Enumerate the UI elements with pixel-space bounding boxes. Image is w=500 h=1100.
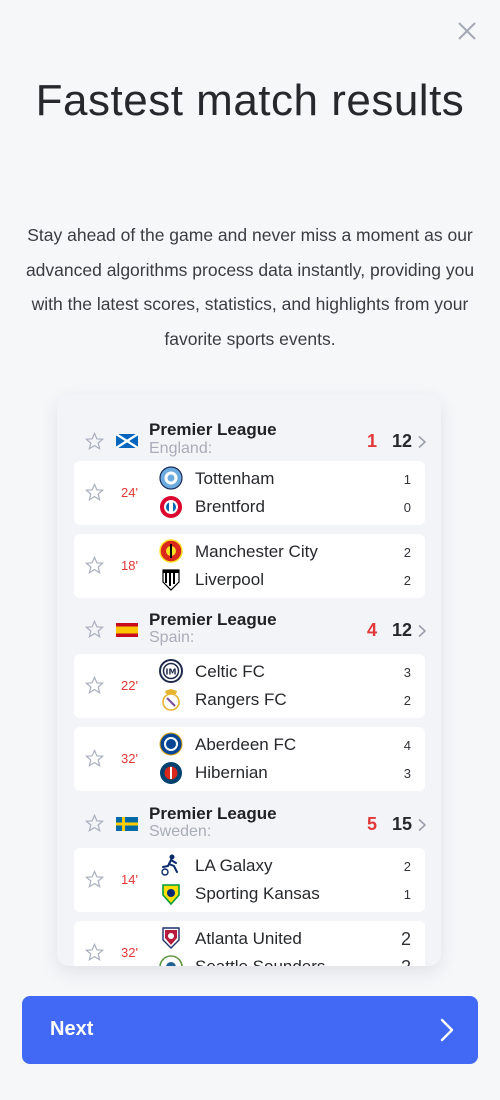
home-team-name: Celtic FC (195, 662, 265, 681)
match-minute: 18' (121, 558, 138, 573)
away-score: 2 (401, 957, 411, 966)
spain-flag-icon (116, 623, 138, 637)
home-team-name: Atlanta United (195, 929, 302, 948)
next-button[interactable]: Next (22, 996, 478, 1064)
match-row[interactable]: 32' Aberdeen FC 4 Hibernian 3 (74, 727, 425, 791)
live-match-count: 4 (367, 620, 378, 640)
away-team-name: Seattle Sounders (195, 957, 325, 966)
league-header[interactable]: Premier League Spain: 4 12 (57, 596, 441, 656)
star-outline-icon[interactable] (85, 556, 104, 575)
match-minute: 22' (121, 678, 138, 693)
live-match-count: 5 (367, 814, 378, 834)
match-minute: 32' (121, 751, 138, 766)
star-outline-icon[interactable] (85, 943, 104, 962)
inter-crest-icon: IM (159, 659, 183, 683)
match-row[interactable]: 22' IM Celtic FC 3 Rangers FC 2 (74, 654, 425, 718)
chevron-right-icon[interactable] (417, 435, 427, 449)
away-team-name: Hibernian (195, 763, 268, 782)
svg-text:IM: IM (166, 668, 177, 677)
page-title: Fastest match results (35, 76, 465, 125)
match-row[interactable]: 18' Manchester City 2 Liverpool 2 (74, 534, 425, 598)
runner-crest-icon (161, 854, 178, 876)
match-row[interactable]: 32' Atlanta United 2 Seattle Sounders 2 (74, 921, 425, 966)
next-button-label: Next (50, 1018, 94, 1040)
star-outline-icon[interactable] (85, 749, 104, 768)
league-country: Sweden: (149, 823, 212, 840)
home-score: 2 (403, 859, 411, 874)
match-minute: 32' (121, 945, 138, 960)
sweden-flag-icon (116, 817, 138, 831)
psg-crest-icon (160, 762, 182, 784)
home-team-name: Manchester City (195, 542, 318, 561)
total-match-count: 15 (392, 814, 413, 834)
page-description: Stay ahead of the game and never miss a … (25, 225, 475, 349)
atlanta-crest-icon (162, 927, 180, 949)
away-team-name: Liverpool (195, 570, 264, 589)
manchester-united-crest-icon (159, 539, 183, 563)
match-minute: 24' (121, 485, 138, 500)
manchester-city-crest-icon (159, 466, 183, 490)
match-row[interactable]: 14' LA Galaxy 2 Sporting Kansas 1 (74, 848, 425, 912)
total-match-count: 12 (392, 431, 413, 451)
chevron-right-icon[interactable] (417, 818, 427, 832)
bayern-crest-icon (160, 496, 182, 518)
live-match-count: 1 (367, 431, 378, 451)
home-team-name: Aberdeen FC (195, 735, 297, 754)
away-score: 2 (403, 693, 411, 708)
home-team-name: LA Galaxy (195, 856, 273, 875)
star-outline-icon[interactable] (85, 483, 104, 502)
home-score: 4 (403, 738, 411, 753)
match-row[interactable]: 24' Tottenham 1 Brentford 0 (74, 461, 425, 525)
star-outline-icon[interactable] (85, 870, 104, 889)
scotland-flag-icon (116, 434, 138, 448)
chelsea-crest-icon (159, 732, 183, 756)
home-score: 2 (403, 545, 411, 560)
away-score: 0 (403, 500, 411, 515)
chevron-right-icon[interactable] (417, 624, 427, 638)
star-outline-icon[interactable] (85, 676, 104, 695)
league-header[interactable]: Premier League England: 1 12 (57, 400, 441, 460)
league-name: Premier League (149, 420, 277, 439)
close-icon[interactable] (454, 18, 480, 44)
home-score: 3 (403, 665, 411, 680)
home-score: 1 (403, 472, 411, 487)
league-name: Premier League (149, 610, 277, 629)
star-outline-icon[interactable] (85, 620, 104, 639)
home-score: 2 (400, 929, 411, 949)
match-results-preview: Premier League England: 1 12 24' Tottenh… (57, 394, 441, 966)
away-score: 3 (403, 766, 411, 781)
brazil-crest-icon (162, 884, 180, 906)
away-score: 2 (403, 573, 411, 588)
league-country: England: (149, 440, 213, 457)
seattle-crest-icon (159, 955, 183, 966)
league-name: Premier League (149, 804, 277, 823)
league-country: Spain: (149, 629, 195, 646)
away-score: 1 (403, 887, 411, 902)
star-outline-icon[interactable] (85, 432, 104, 451)
total-match-count: 12 (392, 620, 413, 640)
away-team-name: Rangers FC (195, 690, 287, 709)
arrow-right-icon (440, 1018, 454, 1042)
away-team-name: Sporting Kansas (195, 884, 320, 903)
match-minute: 14' (121, 872, 138, 887)
star-outline-icon[interactable] (85, 814, 104, 833)
away-team-name: Brentford (195, 497, 265, 516)
juventus-crest-icon (162, 569, 180, 591)
home-team-name: Tottenham (195, 469, 275, 488)
real-madrid-crest-icon (162, 689, 180, 711)
league-header[interactable]: Premier League Sweden: 5 15 (57, 790, 441, 850)
